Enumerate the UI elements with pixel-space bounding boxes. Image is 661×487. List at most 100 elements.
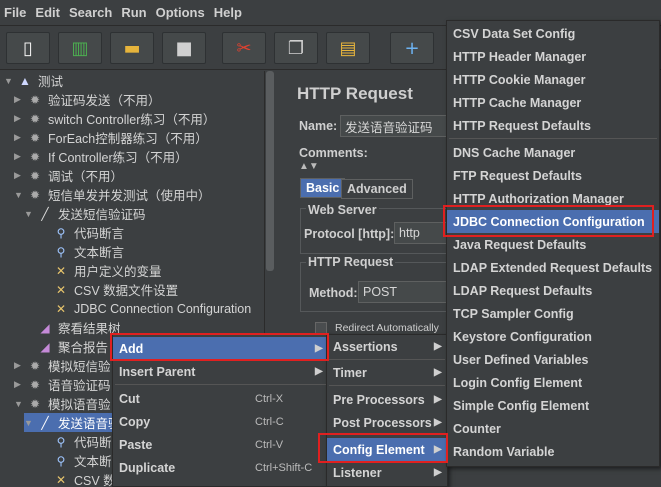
expand-arrow-icon[interactable]: ▼ <box>4 76 16 86</box>
protocol-field[interactable]: http <box>394 222 450 244</box>
pen-icon: ╱ <box>41 206 49 221</box>
menu-item-duplicate[interactable]: Duplicate Ctrl+Shift-C <box>113 456 329 479</box>
comments-label: Comments: <box>299 146 368 160</box>
tree-node[interactable]: ◢ 聚合报告 <box>24 337 108 356</box>
tree-node[interactable]: ✕ JDBC Connection Configuration <box>40 299 251 318</box>
menu-item-paste[interactable]: Paste Ctrl-V <box>113 433 329 456</box>
config-item-tcp-sampler-config[interactable]: TCP Sampler Config <box>447 302 659 325</box>
collapse-arrow-icon[interactable]: ▶ <box>14 94 26 105</box>
open-button[interactable]: ▬ <box>110 32 154 64</box>
tree-node[interactable]: ⚲ 文本断言 <box>40 242 124 261</box>
menu-item-add[interactable]: Add ▶ <box>113 337 329 360</box>
config-item-login-config-element[interactable]: Login Config Element <box>447 371 659 394</box>
wrench-icon: ✕ <box>55 282 67 297</box>
tree-node-label: ForEach控制器练习（不用） <box>48 132 208 146</box>
tree-node[interactable]: ▼ ╱ 发送短信验证码 <box>24 204 146 223</box>
new-button[interactable]: ▯ <box>6 32 50 64</box>
menu-item-cut[interactable]: Cut Ctrl-X <box>113 387 329 410</box>
tree-node[interactable]: ✕ 用户定义的变量 <box>40 261 162 280</box>
config-item-http-cookie-manager[interactable]: HTTP Cookie Manager <box>447 68 659 91</box>
tree-node[interactable]: ◢ 察看结果树 <box>24 318 120 337</box>
tab-advanced[interactable]: Advanced <box>341 179 413 199</box>
expand-arrow-icon[interactable]: ▼ <box>24 418 36 428</box>
submenu-arrow-icon: ▶ <box>434 444 442 455</box>
tab-basic[interactable]: Basic <box>300 178 346 198</box>
magnifier-icon: ⚲ <box>56 453 66 468</box>
config-item-counter[interactable]: Counter <box>447 417 659 440</box>
menu-separator <box>329 434 445 435</box>
web-server-heading: Web Server <box>306 203 379 217</box>
config-item-http-header-manager[interactable]: HTTP Header Manager <box>447 45 659 68</box>
submenu-arrow-icon: ▶ <box>315 343 323 354</box>
config-item-simple-config-element[interactable]: Simple Config Element <box>447 394 659 417</box>
add-menu-item-config-element[interactable]: Config Element ▶ <box>327 438 447 461</box>
gear-icon: ✹ <box>29 187 41 202</box>
collapse-arrow-icon[interactable]: ▶ <box>14 379 26 390</box>
tree-node-label: 发送短信验证码 <box>58 208 146 222</box>
templates-button[interactable]: ▥ <box>58 32 102 64</box>
tree-node-label: 聚合报告 <box>58 341 109 355</box>
config-item-http-cache-manager[interactable]: HTTP Cache Manager <box>447 91 659 114</box>
copy-button[interactable]: ❐ <box>274 32 318 64</box>
config-item-java-request-defaults[interactable]: Java Request Defaults <box>447 233 659 256</box>
config-item-ldap-request-defaults[interactable]: LDAP Request Defaults <box>447 279 659 302</box>
tree-node[interactable]: ▶ ✹ 验证码发送（不用） <box>14 90 161 109</box>
menu-search[interactable]: Search <box>69 5 112 20</box>
add-menu-item-timer[interactable]: Timer ▶ <box>327 361 447 384</box>
tree-node[interactable]: ✕ CSV 数据文件设置 <box>40 280 178 299</box>
menu-item-insert-parent[interactable]: Insert Parent ▶ <box>113 360 329 383</box>
scroll-thumb[interactable] <box>266 71 274 271</box>
config-item-jdbc-connection-configuration[interactable]: JDBC Connection Configuration <box>447 210 659 233</box>
collapse-arrow-icon[interactable]: ▶ <box>14 151 26 162</box>
config-item-keystore-configuration[interactable]: Keystore Configuration <box>447 325 659 348</box>
add-menu-item-assertions[interactable]: Assertions ▶ <box>327 335 447 358</box>
tree-node[interactable]: ▶ ✹ 模拟短信验 <box>14 356 111 375</box>
collapse-arrow-icon[interactable]: ▶ <box>14 170 26 181</box>
add-menu-item-listener[interactable]: Listener ▶ <box>327 461 447 484</box>
expand-arrow-icon[interactable]: ▼ <box>24 209 36 219</box>
paste-button[interactable]: ▤ <box>326 32 370 64</box>
collapse-arrows-icon[interactable]: ▲▼ <box>299 161 319 172</box>
expand-button[interactable]: + <box>390 32 434 64</box>
menu-edit[interactable]: Edit <box>35 5 60 20</box>
tree-node[interactable]: ▼ ▲ 测试 <box>4 71 63 90</box>
tree-node[interactable]: ▼ ✹ 模拟语音验 <box>14 394 111 413</box>
config-item-random-variable[interactable]: Random Variable <box>447 440 659 463</box>
add-menu-item-pre-processors[interactable]: Pre Processors ▶ <box>327 388 447 411</box>
menu-item-label: Insert Parent <box>119 364 196 379</box>
wrench-icon: ✕ <box>55 263 67 278</box>
cut-button[interactable]: ✂ <box>222 32 266 64</box>
menu-file[interactable]: File <box>4 5 26 20</box>
tree-node[interactable]: ▶ ✹ 语音验证码 <box>14 375 111 394</box>
menu-options[interactable]: Options <box>156 5 205 20</box>
expand-arrow-icon[interactable]: ▼ <box>14 399 26 409</box>
gear-icon: ✹ <box>29 396 41 411</box>
tree-node[interactable]: ▼ ✹ 短信单发并发测试（使用中） <box>14 185 211 204</box>
config-item-http-authorization-manager[interactable]: HTTP Authorization Manager <box>447 187 659 210</box>
tree-node[interactable]: ⚲ 代码断言 <box>40 223 124 242</box>
menu-run[interactable]: Run <box>121 5 146 20</box>
config-item-ftp-request-defaults[interactable]: FTP Request Defaults <box>447 164 659 187</box>
collapse-arrow-icon[interactable]: ▶ <box>14 113 26 124</box>
expand-arrow-icon[interactable]: ▼ <box>14 190 26 200</box>
config-item-ldap-extended-request-defaults[interactable]: LDAP Extended Request Defaults <box>447 256 659 279</box>
config-item-dns-cache-manager[interactable]: DNS Cache Manager <box>447 141 659 164</box>
collapse-arrow-icon[interactable]: ▶ <box>14 360 26 371</box>
tree-node[interactable]: ▶ ✹ ForEach控制器练习（不用） <box>14 128 208 147</box>
collapse-arrow-icon[interactable]: ▶ <box>14 132 26 143</box>
tree-node[interactable]: ▶ ✹ 调试（不用） <box>14 166 123 185</box>
tree-node[interactable]: ▶ ✹ If Controller练习（不用） <box>14 147 188 166</box>
tree-node-label: If Controller练习（不用） <box>48 151 188 165</box>
config-item-user-defined-variables[interactable]: User Defined Variables <box>447 348 659 371</box>
name-field[interactable]: 发送语音验证码 <box>340 115 450 137</box>
menu-item-label: Pre Processors <box>333 392 425 407</box>
menu-item-copy[interactable]: Copy Ctrl-C <box>113 410 329 433</box>
config-item-http-request-defaults[interactable]: HTTP Request Defaults <box>447 114 659 137</box>
save-button[interactable]: ■ <box>162 32 206 64</box>
method-select[interactable]: POST <box>358 281 450 303</box>
menu-help[interactable]: Help <box>214 5 242 20</box>
tree-node[interactable]: ▶ ✹ switch Controller练习（不用） <box>14 109 215 128</box>
redirect-checkbox[interactable] <box>315 322 327 334</box>
config-item-csv-data-set-config[interactable]: CSV Data Set Config <box>447 22 659 45</box>
add-menu-item-post-processors[interactable]: Post Processors ▶ <box>327 411 447 434</box>
